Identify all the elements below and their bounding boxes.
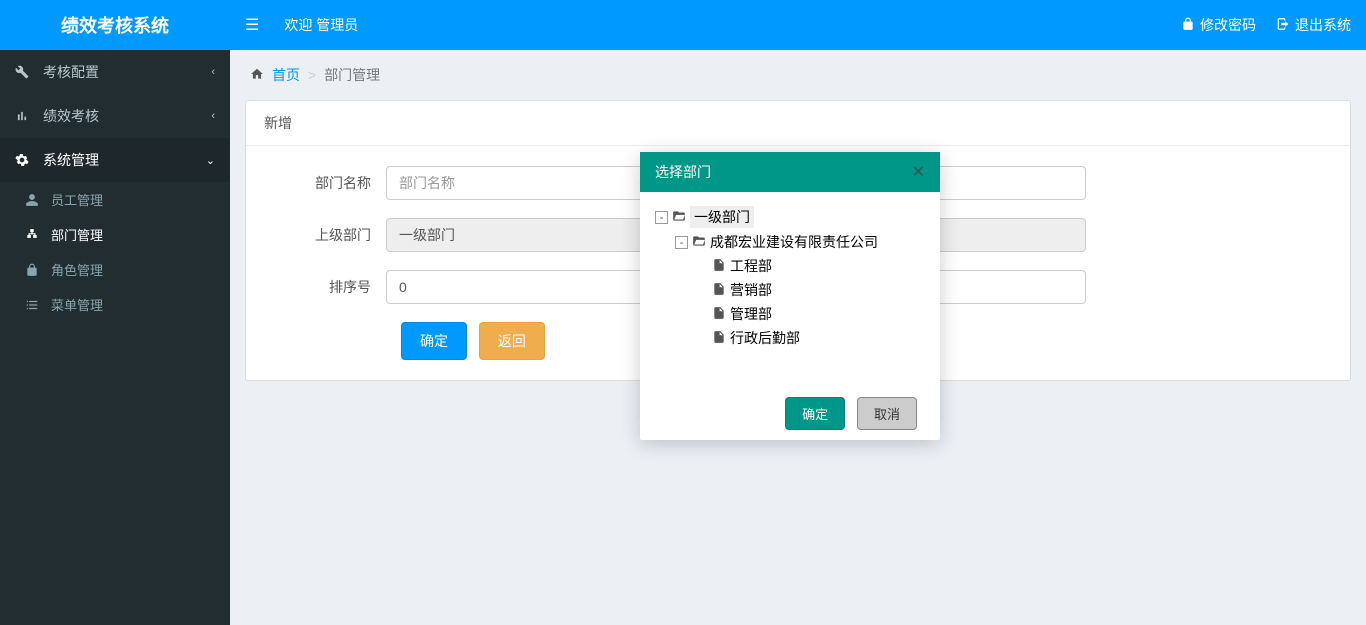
tree-collapse-icon[interactable]: - <box>655 211 668 224</box>
tree-label-leaf[interactable]: 管理部 <box>730 304 772 324</box>
file-icon <box>712 258 726 275</box>
subnav-menu-manage[interactable]: 菜单管理 <box>0 287 230 322</box>
user-icon <box>25 193 45 207</box>
breadcrumb-separator: > <box>308 67 316 83</box>
dept-name-label: 部门名称 <box>266 173 386 193</box>
modal-body: - 一级部门 - 成都宏业建设有限责任公司 工程部 营销 <box>640 192 940 387</box>
panel-title: 新增 <box>246 101 1350 146</box>
subnav-dept-manage[interactable]: 部门管理 <box>0 217 230 252</box>
tree-node-company[interactable]: - 成都宏业建设有限责任公司 <box>675 230 925 254</box>
parent-dept-label: 上级部门 <box>266 225 386 245</box>
welcome-text: 欢迎 管理员 <box>284 15 1161 35</box>
subnav-role-manage[interactable]: 角色管理 <box>0 252 230 287</box>
nav-label: 系统管理 <box>43 150 99 170</box>
tree-children-root: - 成都宏业建设有限责任公司 工程部 营销部 <box>655 230 925 350</box>
app-logo: 绩效考核系统 <box>0 0 230 50</box>
tree-node-leaf[interactable]: 行政后勤部 <box>695 326 925 350</box>
tree-node-leaf[interactable]: 管理部 <box>695 302 925 326</box>
modal-ok-button[interactable]: 确定 <box>785 397 845 430</box>
tree-node-root[interactable]: - 一级部门 <box>655 204 925 230</box>
subnav-label: 员工管理 <box>51 190 103 209</box>
submit-button[interactable]: 确定 <box>401 322 467 360</box>
chart-icon <box>15 109 35 123</box>
folder-open-icon <box>672 209 686 226</box>
tree-label-root[interactable]: 一级部门 <box>690 206 754 228</box>
tree-label-leaf[interactable]: 行政后勤部 <box>730 328 800 348</box>
nav-performance[interactable]: 绩效考核 ‹ <box>0 94 230 138</box>
gear-icon <box>15 153 35 167</box>
modal-cancel-button[interactable]: 取消 <box>857 397 917 430</box>
subnav-label: 角色管理 <box>51 260 103 279</box>
nav-label: 绩效考核 <box>43 106 99 126</box>
wrench-icon <box>15 65 35 79</box>
file-icon <box>712 330 726 347</box>
breadcrumb-home[interactable]: 首页 <box>272 65 300 85</box>
tree-label-leaf[interactable]: 营销部 <box>730 280 772 300</box>
breadcrumb-current: 部门管理 <box>324 65 380 85</box>
chevron-left-icon: ‹ <box>211 66 215 78</box>
breadcrumb: 首页 > 部门管理 <box>230 50 1366 100</box>
modal-title: 选择部门 <box>655 162 711 182</box>
subnav-employee-manage[interactable]: 员工管理 <box>0 182 230 217</box>
nav-assessment-config[interactable]: 考核配置 ‹ <box>0 50 230 94</box>
subnav-label: 菜单管理 <box>51 295 103 314</box>
chevron-down-icon: ⌄ <box>206 154 215 167</box>
folder-open-icon <box>692 234 706 251</box>
hamburger-icon[interactable]: ☰ <box>245 15 259 35</box>
lock-icon <box>25 263 45 277</box>
subnav-label: 部门管理 <box>51 225 103 244</box>
tree-collapse-icon[interactable]: - <box>675 236 688 249</box>
tree-children-company: 工程部 营销部 管理部 行政后勤部 <box>675 254 925 350</box>
topbar: ☰ 欢迎 管理员 修改密码 退出系统 <box>230 0 1366 50</box>
home-icon <box>250 67 264 84</box>
file-icon <box>712 282 726 299</box>
tree-node-leaf[interactable]: 营销部 <box>695 278 925 302</box>
chevron-left-icon: ‹ <box>211 110 215 122</box>
file-icon <box>712 306 726 323</box>
close-icon[interactable]: ✕ <box>912 162 925 182</box>
nav-label: 考核配置 <box>43 62 99 82</box>
change-password-link[interactable]: 修改密码 <box>1181 15 1256 35</box>
logout-link[interactable]: 退出系统 <box>1276 15 1351 35</box>
sidebar: 绩效考核系统 考核配置 ‹ 绩效考核 ‹ 系统管理 ⌄ 员工管理 部门管理 <box>0 0 230 625</box>
back-button[interactable]: 返回 <box>479 322 545 360</box>
tree-node-leaf[interactable]: 工程部 <box>695 254 925 278</box>
sort-label: 排序号 <box>266 277 386 297</box>
list-icon <box>25 298 45 312</box>
modal-footer: 确定 取消 <box>640 387 940 440</box>
logout-icon <box>1276 17 1290 34</box>
nav-system-manage[interactable]: 系统管理 ⌄ <box>0 138 230 182</box>
tree-label-company[interactable]: 成都宏业建设有限责任公司 <box>710 232 878 252</box>
modal-header: 选择部门 ✕ <box>640 152 940 192</box>
lock-icon <box>1181 17 1195 34</box>
sitemap-icon <box>25 228 45 242</box>
select-dept-modal: 选择部门 ✕ - 一级部门 - 成都宏业建设有限责任公司 工程部 <box>640 152 940 440</box>
tree-label-leaf[interactable]: 工程部 <box>730 256 772 276</box>
